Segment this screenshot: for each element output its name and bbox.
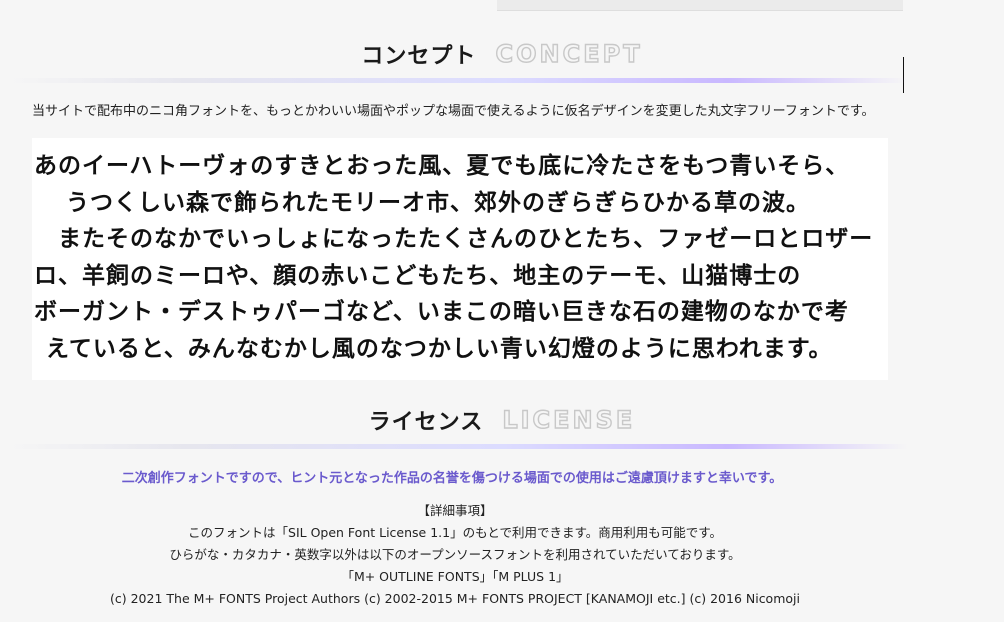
font-sample-box: あのイーハトーヴォのすきとおった風、夏でも底に冷たさをもつ青いそら、 うつくしい… bbox=[32, 138, 888, 380]
license-title-en: LICENSE bbox=[502, 405, 636, 434]
details-line-3: 「M+ OUTLINE FONTS」「M PLUS 1」 bbox=[341, 569, 569, 584]
sample-line-4: ロ、羊飼のミーロや、顔の赤いこどもたち、地主のテーモ、山猫博士の bbox=[34, 262, 802, 289]
license-title-jp: ライセンス bbox=[368, 410, 484, 435]
details-line-4: (c) 2021 The M+ FONTS Project Authors (c… bbox=[110, 591, 800, 606]
concept-title-jp: コンセプト bbox=[361, 44, 477, 69]
top-panel-edge bbox=[497, 0, 903, 11]
sample-line-3: またそのなかでいっしょになったたくさんのひとたち、ファゼーロとロザー bbox=[34, 226, 874, 252]
sample-line-1: あのイーハトーヴォのすきとおった風、夏でも底に冷たさをもつ青いそら、 bbox=[34, 153, 850, 179]
license-heading: ライセンス LICENSE bbox=[0, 404, 1004, 436]
concept-heading: コンセプト CONCEPT bbox=[0, 38, 1004, 70]
details-line-1: このフォントは「SIL Open Font License 1.1」のもとで利用… bbox=[188, 525, 722, 540]
concept-title-en: CONCEPT bbox=[495, 39, 643, 68]
license-details: 【詳細事項】 このフォントは「SIL Open Font License 1.1… bbox=[0, 500, 910, 610]
license-note: 二次創作フォントですので、ヒント元となった作品の名誉を傷つける場面での使用はご遠… bbox=[121, 471, 783, 486]
sample-line-2: うつくしい森で飾られたモリーオ市、郊外のぎらぎらひかる草の波。 bbox=[66, 189, 810, 216]
sample-line-5: ボーガント・デストゥパーゴなど、いまこの暗い巨きな石の建物のなかで考 bbox=[34, 299, 849, 325]
details-heading: 【詳細事項】 bbox=[417, 503, 493, 518]
license-divider bbox=[8, 444, 908, 449]
details-line-2: ひらがな・カタカナ・英数字以外は以下のオープンソースフォントを利用されていただい… bbox=[169, 547, 741, 562]
concept-divider bbox=[8, 78, 908, 83]
sample-line-6: えていると、みんなむかし風のなつかしい青い幻燈のように思われます。 bbox=[46, 335, 833, 362]
concept-intro-text: 当サイトで配布中のニコ角フォントを、もっとかわいい場面やポップな場面で使えるよう… bbox=[32, 104, 875, 119]
